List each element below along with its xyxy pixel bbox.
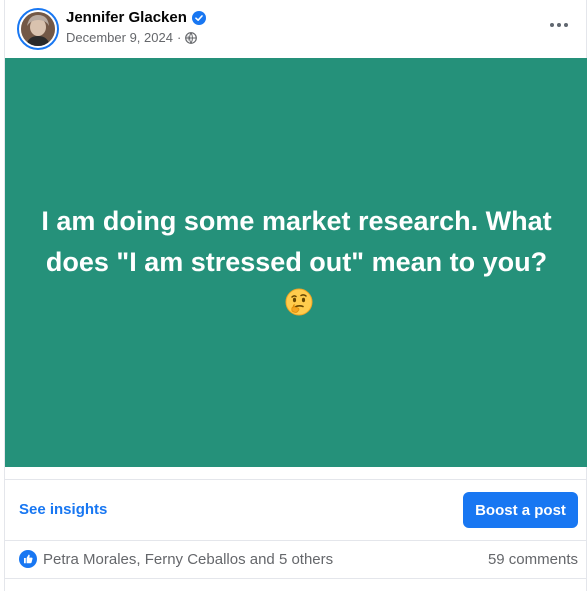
globe-icon[interactable]	[185, 31, 198, 44]
divider	[5, 578, 586, 579]
author-row: Jennifer Glacken	[66, 9, 206, 26]
divider	[5, 540, 586, 541]
see-insights-link[interactable]: See insights	[19, 501, 107, 518]
text-post-background[interactable]: I am doing some market research. What do…	[5, 58, 587, 467]
like-icon	[19, 550, 37, 568]
reactions-summary[interactable]: Petra Morales, Ferny Ceballos and 5 othe…	[19, 550, 333, 568]
dot-icon	[564, 23, 568, 27]
boost-post-button[interactable]: Boost a post	[463, 492, 578, 528]
post-header: Jennifer Glacken December 9, 2024 ·	[5, 0, 586, 58]
reactions-text: Petra Morales, Ferny Ceballos and 5 othe…	[43, 550, 334, 568]
post-meta: December 9, 2024 ·	[66, 30, 198, 45]
author-avatar[interactable]	[17, 8, 59, 50]
author-name[interactable]: Jennifer Glacken	[66, 9, 187, 26]
dot-icon	[550, 23, 554, 27]
verified-badge-icon	[191, 10, 206, 25]
meta-separator: ·	[176, 30, 182, 45]
post-card: Jennifer Glacken December 9, 2024 · I am…	[4, 0, 587, 591]
post-text-content: I am doing some market research. What do…	[41, 206, 552, 277]
thinking-face-emoji	[285, 288, 312, 316]
avatar-image	[21, 12, 55, 46]
more-options-button[interactable]	[546, 12, 572, 38]
comments-count[interactable]: 59 comments	[488, 551, 578, 568]
post-date[interactable]: December 9, 2024	[66, 30, 173, 45]
divider	[5, 479, 586, 480]
dot-icon	[557, 23, 561, 27]
post-text: I am doing some market research. What do…	[37, 201, 557, 324]
